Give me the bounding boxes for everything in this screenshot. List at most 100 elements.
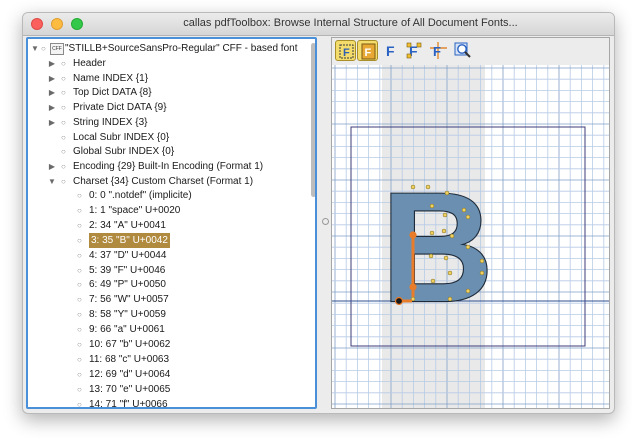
charset-item-label: 11: 68 "c" U+0063	[89, 353, 170, 365]
bullet-icon: ○	[61, 59, 66, 68]
svg-text:F: F	[365, 47, 372, 59]
browser-window: callas pdfToolbox: Browse Internal Struc…	[22, 12, 615, 414]
bullet-icon: ○	[61, 176, 66, 186]
bullet-icon: ○	[77, 354, 82, 364]
outline-point-marker	[465, 244, 471, 250]
window-title: callas pdfToolbox: Browse Internal Struc…	[183, 17, 518, 29]
bullet-icon: ○	[77, 250, 82, 260]
outline-point-marker	[447, 270, 453, 276]
disclosure-open-icon[interactable]: ▼	[47, 174, 57, 189]
outline-point-marker	[443, 255, 449, 261]
glyph-canvas[interactable]: B	[332, 65, 610, 409]
glyph-toolbar: F F F F F	[332, 38, 609, 66]
bullet-icon: ○	[61, 117, 66, 127]
title-bar: callas pdfToolbox: Browse Internal Struc…	[23, 13, 614, 36]
disclosure-closed-icon[interactable]: ▶	[47, 100, 57, 115]
outline-point-marker	[410, 184, 416, 190]
hint-point-bottom	[409, 283, 417, 291]
disclosure-closed-icon[interactable]: ▶	[47, 159, 57, 174]
splitter-handle-icon[interactable]	[322, 218, 329, 225]
tree-item-label: String INDEX {3}	[73, 116, 148, 128]
charset-item-label: 9: 66 "a" U+0061	[89, 324, 165, 336]
charset-item-label: 5: 39 "F" U+0046	[89, 264, 166, 276]
charset-item-label: 10: 67 "b" U+0062	[89, 339, 171, 350]
show-hints-button[interactable]: F	[428, 40, 449, 61]
show-points-icon: F	[339, 44, 354, 59]
charset-item-label: 14: 71 "f" U+0066	[89, 398, 168, 409]
bullet-icon: ○	[61, 103, 66, 113]
tree-item-label: Name INDEX {1}	[73, 72, 149, 84]
outline-point-marker	[442, 212, 448, 218]
selected-charset-label: 3: 35 "B" U+0042	[89, 232, 170, 248]
show-points-button[interactable]: F	[335, 40, 356, 61]
charset-item-label: 6: 49 "P" U+0050	[89, 279, 166, 291]
svg-text:F: F	[343, 47, 350, 59]
disclosure-closed-icon[interactable]: ▶	[47, 56, 57, 71]
disclosure-open-icon[interactable]: ▼	[30, 41, 40, 56]
outline-point-marker	[429, 203, 435, 209]
charset-item-label: 2: 34 "A" U+0041	[89, 219, 166, 231]
bullet-icon: ○	[77, 220, 82, 230]
tree-root-label: "STILLB+SourceSansPro-Regular" CFF - bas…	[65, 43, 298, 54]
disclosure-closed-icon[interactable]: ▶	[47, 115, 57, 130]
charset-item-label: 12: 69 "d" U+0064	[89, 368, 171, 380]
outline-point-marker	[425, 184, 431, 190]
bullet-icon: ○	[77, 310, 82, 320]
bullet-icon: ○	[77, 205, 82, 215]
show-hints-icon: F	[430, 42, 447, 59]
outline-point-marker	[465, 214, 471, 220]
charset-item-label: 7: 56 "W" U+0057	[89, 294, 169, 306]
glyph-outline: B	[381, 161, 494, 335]
disclosure-closed-icon[interactable]: ▶	[47, 71, 57, 86]
minimize-window-button[interactable]	[51, 18, 63, 30]
tree-item-label: Global Subr INDEX {0}	[73, 146, 175, 158]
bullet-icon: ○	[77, 280, 82, 290]
svg-text:F: F	[433, 44, 441, 59]
cff-font-icon: CFF	[50, 43, 64, 55]
outline-point-marker	[428, 253, 434, 259]
bullet-icon: ○	[61, 147, 66, 157]
show-control-points-icon: F	[406, 42, 422, 59]
disclosure-closed-icon[interactable]: ▶	[47, 85, 57, 100]
bullet-icon: ○	[77, 265, 82, 275]
show-outline-button[interactable]: F	[381, 40, 402, 61]
show-filled-glyph-icon: F	[361, 43, 376, 60]
outline-point-marker	[461, 207, 467, 213]
bullet-icon: ○	[61, 73, 66, 83]
outline-point-marker	[441, 228, 447, 234]
bullet-icon: ○	[77, 384, 82, 394]
outline-point-marker	[479, 258, 485, 264]
close-window-button[interactable]	[31, 18, 43, 30]
outline-point-marker	[465, 288, 471, 294]
outline-point-marker	[444, 190, 450, 196]
zoom-button[interactable]	[452, 40, 473, 61]
show-control-points-button[interactable]: F	[404, 40, 425, 61]
outline-point-marker	[429, 230, 435, 236]
bullet-icon: ○	[77, 295, 82, 305]
bullet-icon: ○	[77, 235, 82, 245]
bullet-icon: ○	[61, 132, 66, 142]
outline-point-marker	[449, 233, 455, 239]
charset-item-label: 13: 70 "e" U+0065	[89, 383, 171, 395]
tree-item-label: Local Subr INDEX {0}	[73, 131, 170, 143]
bullet-icon: ○	[77, 191, 82, 200]
svg-text:F: F	[386, 43, 395, 59]
tree-item-label: Top Dict DATA {8}	[73, 87, 152, 99]
show-outline-icon: F	[386, 43, 395, 59]
tree-item-label: Header	[73, 58, 106, 69]
tree-scrollbar-thumb[interactable]	[311, 43, 315, 197]
tree-item-label: Private Dict DATA {9}	[73, 102, 167, 114]
bullet-icon: ○	[61, 161, 66, 171]
show-filled-glyph-button[interactable]: F	[357, 40, 378, 61]
zoom-window-button[interactable]	[71, 18, 83, 30]
font-structure-tree[interactable]: ▼ ○ CFF "STILLB+SourceSansPro-Regular" C…	[26, 37, 317, 409]
zoom-icon	[454, 42, 471, 58]
bullet-icon: ○	[61, 88, 66, 98]
bullet-icon: ○	[41, 44, 46, 53]
charset-item-label: 4: 37 "D" U+0044	[89, 249, 167, 261]
charset-item-label: 1: 1 "space" U+0020	[89, 204, 181, 216]
glyph-preview-pane: F F F F F B	[331, 37, 610, 409]
tree-item-label: Charset {34} Custom Charset (Format 1)	[73, 175, 254, 187]
outline-point-marker	[447, 296, 453, 302]
outline-point-marker	[430, 278, 436, 284]
